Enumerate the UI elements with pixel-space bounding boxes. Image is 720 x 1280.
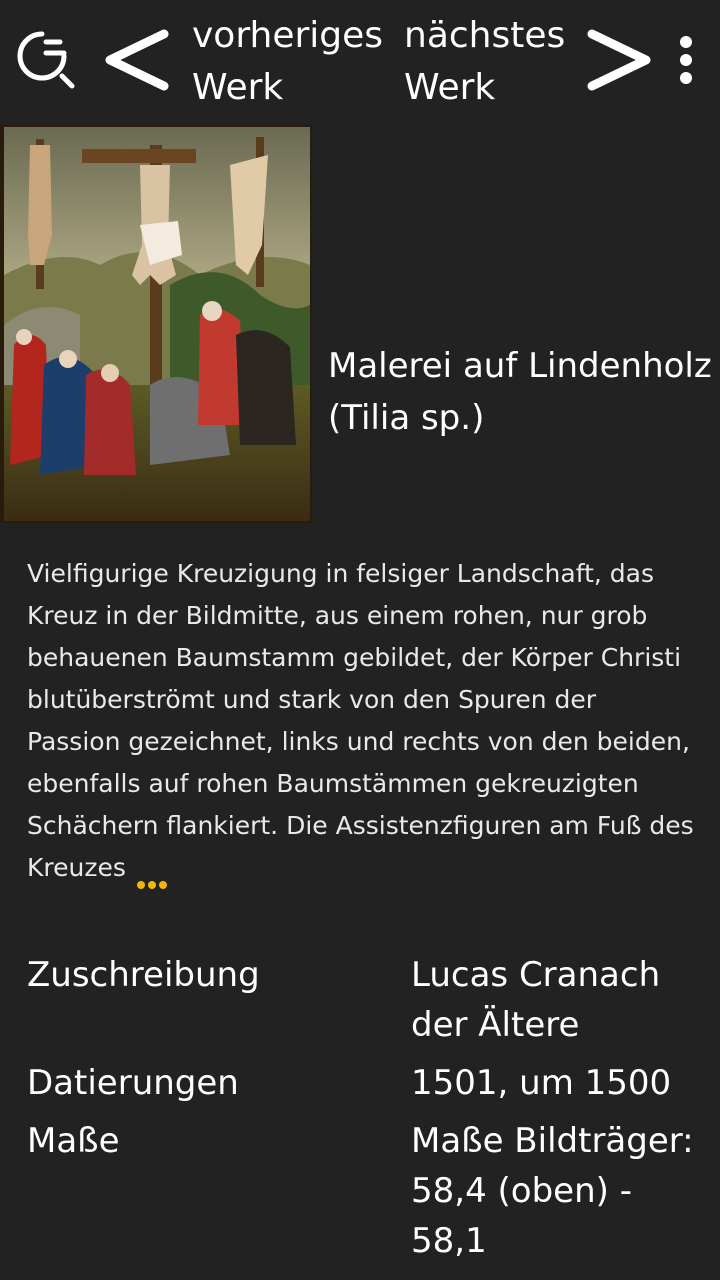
detail-value: 1501, um 1500: [411, 1063, 672, 1103]
previous-work-button[interactable]: [100, 20, 180, 100]
search-button[interactable]: [12, 26, 80, 94]
next-work-label-line1: nächstes: [404, 15, 566, 56]
ellipsis-icon: [136, 881, 167, 889]
detail-row-dating: Datierungen 1501, um 1500: [27, 1058, 707, 1116]
artwork-details: Zuschreibung Lucas Cranach der Ältere Da…: [27, 950, 707, 1266]
more-vertical-icon: [680, 36, 692, 84]
read-more-button[interactable]: [136, 861, 168, 889]
chevron-left-icon: [105, 29, 169, 91]
next-work-label[interactable]: nächstes Werk: [404, 10, 565, 114]
previous-work-label-line1: vorheriges: [192, 15, 384, 56]
overflow-menu-button[interactable]: [668, 30, 704, 90]
detail-value: Lucas Cranach der Ältere: [411, 955, 661, 1045]
crucifixion-painting-image: [0, 125, 312, 523]
detail-row-attribution: Zuschreibung Lucas Cranach der Ältere: [27, 950, 707, 1058]
search-icon: [17, 31, 75, 89]
artwork-description: Vielfigurige Kreuzigung in felsiger Land…: [27, 553, 697, 889]
detail-label: Datierungen: [27, 1063, 239, 1103]
previous-work-label[interactable]: vorheriges Werk: [192, 10, 383, 114]
artwork-material: Malerei auf Lindenholz (Tilia sp.): [328, 346, 712, 438]
artwork-image[interactable]: [0, 125, 312, 523]
top-app-bar: vorheriges Werk nächstes Werk: [0, 0, 720, 120]
next-work-button[interactable]: [580, 20, 660, 100]
detail-label: Zuschreibung: [27, 955, 260, 995]
description-text: Vielfigurige Kreuzigung in felsiger Land…: [27, 559, 694, 882]
previous-work-label-line2: Werk: [192, 67, 284, 108]
next-work-label-line2: Werk: [404, 67, 496, 108]
detail-row-dimensions: Maße Maße Bildträger: 58,4 (oben) - 58,1: [27, 1116, 707, 1266]
detail-label: Maße: [27, 1121, 120, 1161]
chevron-right-icon: [587, 29, 651, 91]
detail-value: Maße Bildträger: 58,4 (oben) - 58,1: [411, 1121, 694, 1261]
